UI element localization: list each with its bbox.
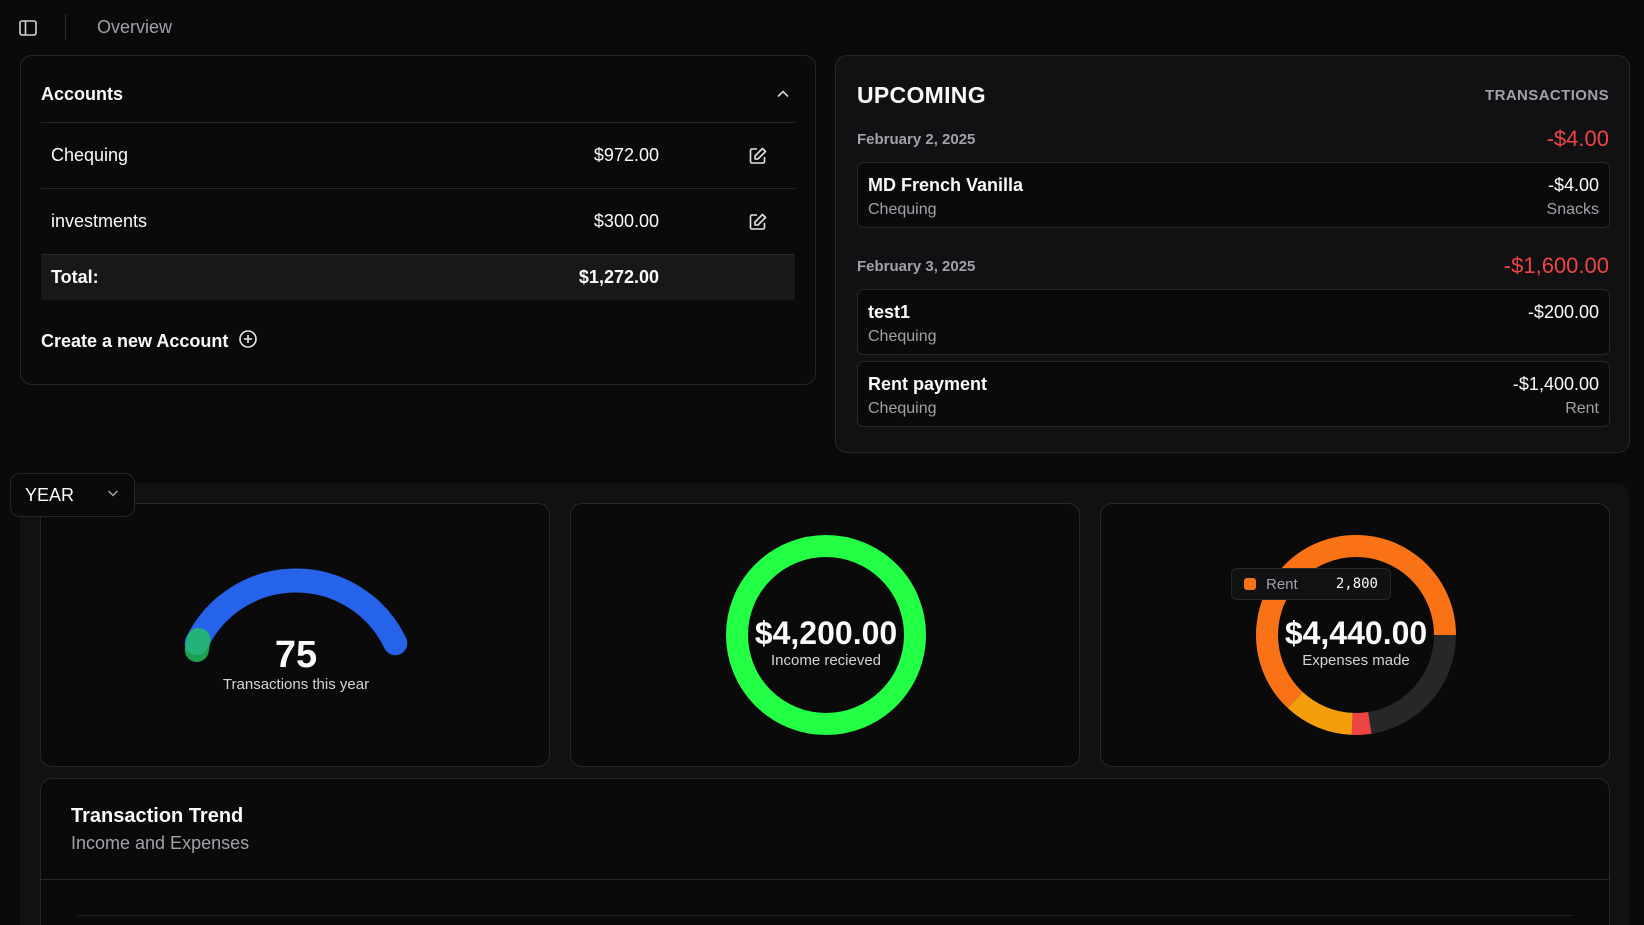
period-select[interactable]: YEAR: [10, 473, 135, 517]
accounts-card: Accounts Chequing $972.00 investments $3…: [20, 55, 816, 385]
create-account-button[interactable]: Create a new Account: [41, 329, 258, 354]
upcoming-transactions-card: UPCOMING TRANSACTIONS February 2, 2025 -…: [835, 55, 1630, 453]
account-name: Chequing: [51, 145, 129, 165]
trend-title: Transaction Trend: [71, 805, 244, 827]
tooltip-value: 2,800: [1335, 576, 1378, 592]
transaction-date: February 2, 2025: [857, 131, 976, 148]
transaction-trend-card: Transaction Trend Income and Expenses: [40, 778, 1610, 925]
upcoming-subtitle: TRANSACTIONS: [1485, 87, 1609, 104]
expenses-stat-card: $4,440.00 Expenses made Rent 2,800: [1100, 503, 1610, 767]
chart-tooltip: Rent 2,800: [1231, 568, 1391, 600]
transaction-category: Snacks: [1546, 201, 1599, 218]
chevron-down-icon: [106, 486, 120, 505]
total-label: Total:: [51, 267, 99, 287]
trend-subtitle: Income and Expenses: [71, 833, 250, 853]
account-row[interactable]: investments $300.00: [41, 188, 795, 254]
transaction-account: Chequing: [868, 328, 937, 345]
sidebar-toggle-icon[interactable]: [18, 18, 38, 38]
transaction-amount: -$200.00: [1527, 302, 1599, 322]
expenses-label: Expenses made: [1302, 652, 1410, 669]
edit-icon[interactable]: [747, 211, 769, 233]
accounts-header: Accounts: [41, 78, 795, 110]
transaction-item[interactable]: test1 Chequing -$200.00: [857, 289, 1610, 355]
donut-slice-snacks[interactable]: [1351, 712, 1372, 735]
income-value: $4,200.00: [754, 615, 898, 651]
tooltip-name: Rent: [1266, 575, 1298, 593]
trend-divider: [41, 879, 1609, 880]
expenses-value: $4,440.00: [1284, 615, 1428, 651]
donut-slice-other[interactable]: [1287, 691, 1354, 735]
transaction-amount: -$4.00: [1547, 175, 1599, 195]
income-label: Income recieved: [770, 652, 882, 669]
accounts-table: Chequing $972.00 investments $300.00 Tot…: [41, 122, 795, 300]
transaction-account: Chequing: [868, 201, 937, 218]
edit-icon[interactable]: [747, 145, 769, 167]
transaction-name: test1: [868, 302, 911, 322]
transaction-item[interactable]: MD French Vanilla Chequing -$4.00 Snacks: [857, 162, 1610, 228]
account-row[interactable]: Chequing $972.00: [41, 122, 795, 188]
transactions-label: Transactions this year: [222, 676, 370, 693]
page-title: Overview: [97, 17, 173, 37]
transaction-name: MD French Vanilla: [868, 175, 1024, 195]
period-selected-value: YEAR: [25, 484, 75, 505]
top-bar: Overview: [0, 0, 1644, 54]
total-value: $1,272.00: [578, 267, 659, 287]
accounts-total-row: Total: $1,272.00: [41, 254, 795, 300]
date-total: -$4.00: [1546, 126, 1609, 151]
transaction-category: Rent: [1565, 400, 1599, 417]
account-balance: $300.00: [593, 211, 659, 231]
accounts-title: Accounts: [41, 83, 124, 104]
transaction-amount: -$1,400.00: [1512, 374, 1599, 394]
date-total: -$1,600.00: [1503, 253, 1609, 278]
transaction-name: Rent payment: [868, 374, 988, 394]
topbar-separator: [65, 14, 66, 40]
account-name: investments: [51, 211, 148, 231]
upcoming-title: UPCOMING: [857, 82, 986, 108]
transactions-count: 75: [274, 634, 318, 676]
tooltip-swatch: [1244, 578, 1256, 590]
chevron-up-icon[interactable]: [771, 82, 795, 106]
create-account-label: Create a new Account: [41, 331, 229, 351]
account-balance: $972.00: [593, 145, 659, 165]
transaction-account: Chequing: [868, 400, 937, 417]
trend-gridline: [77, 915, 1573, 916]
transactions-stat-card: 75 Transactions this year: [40, 503, 550, 767]
plus-circle-icon: [238, 329, 258, 354]
transaction-date: February 3, 2025: [857, 258, 976, 275]
transaction-item[interactable]: Rent payment Chequing -$1,400.00 Rent: [857, 361, 1610, 427]
income-stat-card: $4,200.00 Income recieved: [570, 503, 1080, 767]
